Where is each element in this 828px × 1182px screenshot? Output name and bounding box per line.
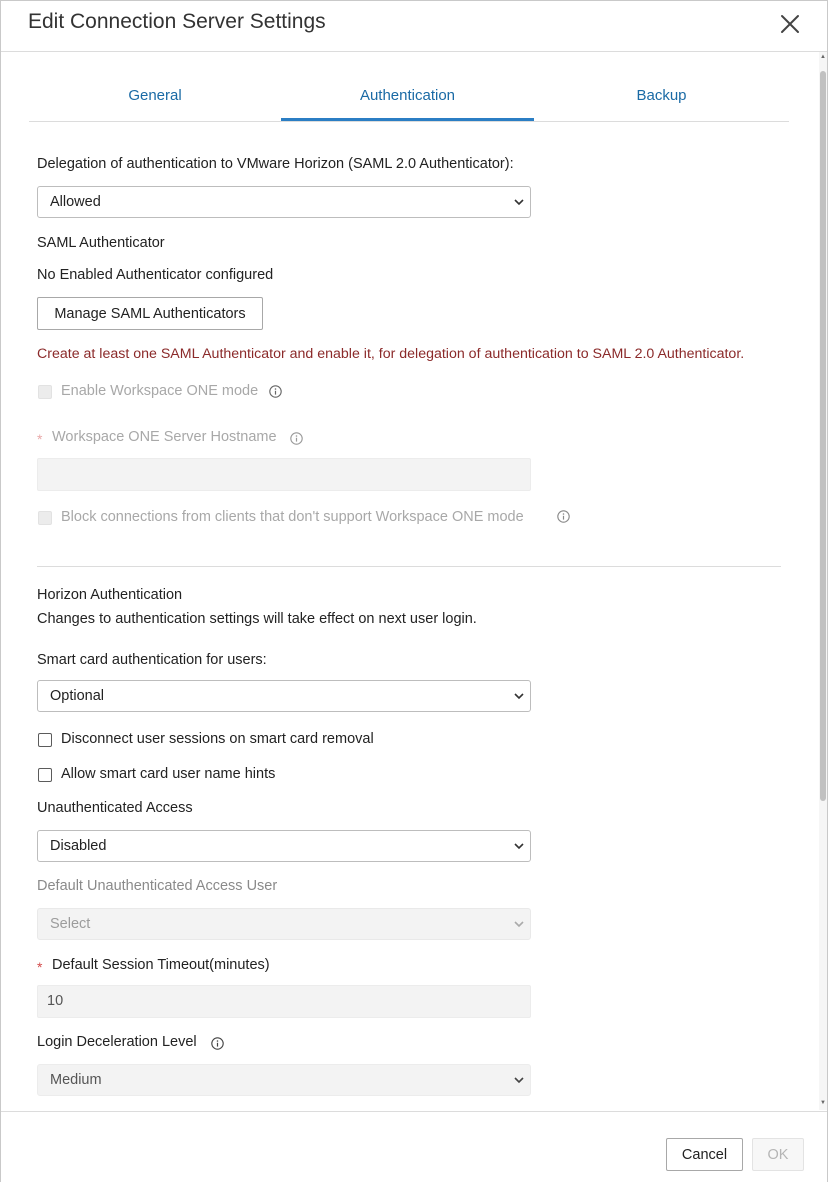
horizon-authentication-note: Changes to authentication settings will … (37, 611, 477, 627)
edit-connection-server-dialog: Edit Connection Server Settings ▲ ▼ Gene… (0, 0, 828, 1182)
info-icon[interactable] (211, 1037, 224, 1050)
unauthenticated-access-select[interactable]: Disabled (37, 830, 531, 862)
session-timeout-input[interactable]: 10 (37, 985, 531, 1018)
chevron-down-icon (514, 921, 524, 928)
horizon-authentication-heading: Horizon Authentication (37, 587, 183, 603)
tab-bar: General Authentication Backup (29, 73, 789, 122)
smart-card-label: Smart card authentication for users: (37, 652, 267, 668)
dialog-header: Edit Connection Server Settings (1, 1, 827, 52)
smart-card-hints-label: Allow smart card user name hints (61, 766, 276, 782)
cancel-button[interactable]: Cancel (666, 1138, 743, 1171)
tab-backup[interactable]: Backup (534, 73, 789, 119)
section-divider (37, 566, 781, 567)
delegation-value: Allowed (50, 194, 101, 210)
workspace-one-hostname-input[interactable] (37, 458, 531, 491)
enable-workspace-one-checkbox[interactable] (38, 385, 52, 399)
scroll-down-icon[interactable]: ▼ (819, 1099, 827, 1107)
login-deceleration-select[interactable]: Medium (37, 1064, 531, 1096)
manage-saml-authenticators-button[interactable]: Manage SAML Authenticators (37, 297, 263, 330)
login-deceleration-label: Login Deceleration Level (37, 1034, 197, 1050)
saml-authenticator-heading: SAML Authenticator (37, 235, 165, 251)
session-timeout-label: Default Session Timeout(minutes) (52, 957, 270, 973)
ok-button[interactable]: OK (752, 1138, 804, 1171)
info-icon[interactable] (269, 385, 282, 398)
workspace-one-hostname-label: Workspace ONE Server Hostname (52, 429, 277, 445)
block-connections-checkbox[interactable] (38, 511, 52, 525)
delegation-label: Delegation of authentication to VMware H… (37, 156, 514, 172)
saml-authenticator-status: No Enabled Authenticator configured (37, 267, 274, 283)
unauthenticated-access-label: Unauthenticated Access (37, 800, 193, 816)
smart-card-select[interactable]: Optional (37, 680, 531, 712)
block-connections-label: Block connections from clients that don'… (61, 509, 524, 525)
enable-workspace-one-label: Enable Workspace ONE mode (61, 383, 259, 399)
required-marker: * (37, 959, 43, 975)
smart-card-hints-checkbox[interactable] (38, 768, 52, 782)
dialog-title: Edit Connection Server Settings (28, 10, 326, 33)
smart-card-value: Optional (50, 688, 105, 704)
chevron-down-icon (514, 1077, 524, 1084)
default-unauth-user-label: Default Unauthenticated Access User (37, 878, 278, 894)
unauthenticated-access-value: Disabled (50, 838, 107, 854)
session-timeout-value: 10 (47, 993, 64, 1009)
scrollbar-thumb[interactable] (820, 71, 826, 801)
saml-error-message: Create at least one SAML Authenticator a… (37, 346, 745, 362)
required-marker: * (37, 431, 43, 447)
tab-authentication[interactable]: Authentication (281, 73, 534, 121)
info-icon[interactable] (290, 432, 303, 445)
info-icon[interactable] (557, 510, 570, 523)
dialog-footer: Cancel OK (1, 1111, 827, 1182)
chevron-down-icon (514, 843, 524, 850)
default-unauth-user-select[interactable]: Select (37, 908, 531, 940)
close-icon[interactable] (775, 9, 805, 39)
delegation-select[interactable]: Allowed (37, 186, 531, 218)
chevron-down-icon (514, 199, 524, 206)
tab-general[interactable]: General (29, 73, 281, 119)
disconnect-sessions-label: Disconnect user sessions on smart card r… (61, 731, 374, 747)
login-deceleration-value: Medium (50, 1072, 102, 1088)
disconnect-sessions-checkbox[interactable] (38, 733, 52, 747)
scroll-up-icon[interactable]: ▲ (819, 53, 827, 61)
chevron-down-icon (514, 693, 524, 700)
default-unauth-user-value: Select (50, 916, 91, 932)
